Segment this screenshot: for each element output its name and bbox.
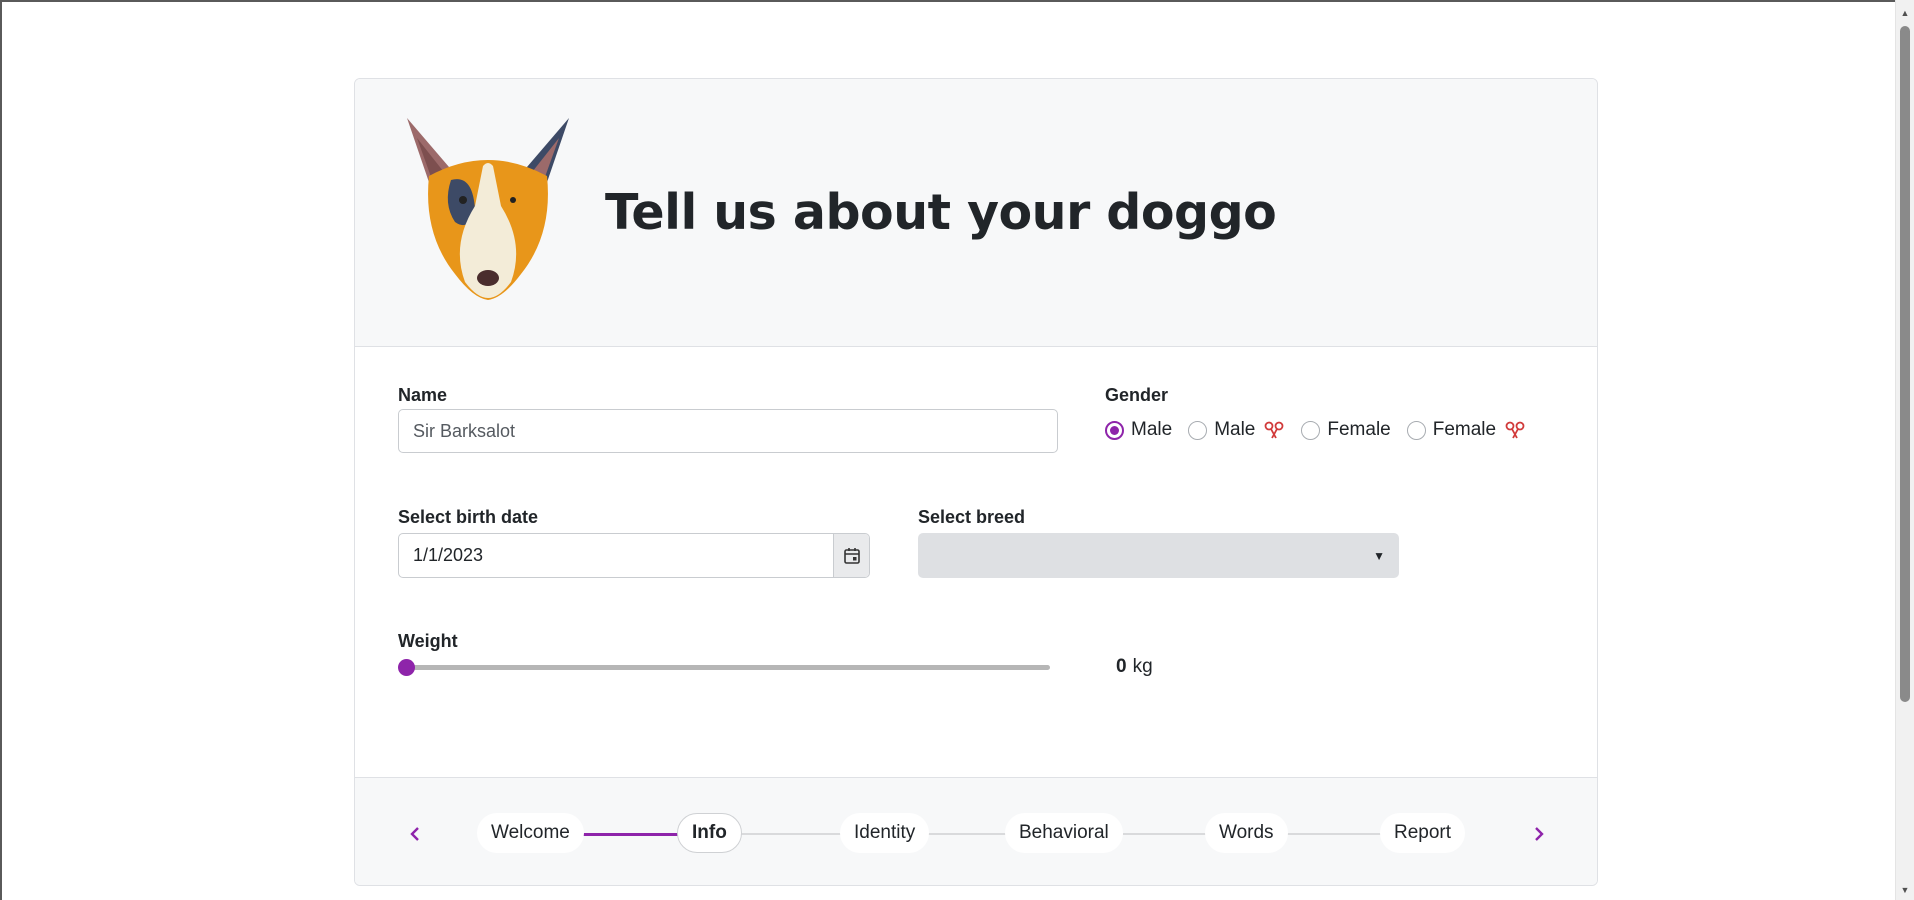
form-card: Tell us about your doggo Name Gender Mal… bbox=[354, 78, 1598, 886]
step-words[interactable]: Words bbox=[1205, 813, 1288, 853]
scroll-down-arrow-icon[interactable]: ▼ bbox=[1896, 881, 1914, 898]
weight-unit: kg bbox=[1132, 656, 1153, 677]
gender-option-label: Female bbox=[1432, 419, 1497, 440]
radio-button[interactable] bbox=[1301, 420, 1321, 440]
dog-logo-icon bbox=[407, 117, 569, 300]
neutered-icon bbox=[1505, 421, 1525, 439]
weight-readout: 0 kg bbox=[1116, 656, 1153, 678]
gender-option-female[interactable]: Female bbox=[1301, 419, 1391, 441]
calendar-button[interactable] bbox=[833, 534, 869, 577]
step-identity[interactable]: Identity bbox=[840, 813, 930, 853]
step-connector-done bbox=[583, 833, 679, 836]
radio-button[interactable] bbox=[1406, 420, 1426, 440]
weight-slider-track[interactable] bbox=[404, 665, 1050, 670]
gender-option-label: Male bbox=[1214, 419, 1256, 440]
gender-option-label: Female bbox=[1327, 419, 1391, 440]
birth-date-picker: 1/1/2023 bbox=[398, 533, 870, 578]
gender-label: Gender bbox=[1105, 385, 1169, 405]
dropdown-caret-icon: ▼ bbox=[1373, 548, 1385, 563]
weight-label: Weight bbox=[398, 631, 458, 651]
chevron-left-icon bbox=[410, 827, 419, 841]
birth-date-label: Select birth date bbox=[398, 507, 539, 527]
radio-button-checked[interactable] bbox=[1105, 420, 1124, 440]
name-label: Name bbox=[398, 385, 448, 405]
step-welcome[interactable]: Welcome bbox=[477, 813, 584, 853]
name-input[interactable] bbox=[398, 409, 1058, 453]
step-behavioral[interactable]: Behavioral bbox=[1005, 813, 1123, 853]
chevron-right-icon bbox=[1535, 827, 1544, 841]
page-title: Tell us about your doggo bbox=[605, 184, 1277, 241]
birth-date-input[interactable]: 1/1/2023 bbox=[399, 534, 833, 577]
gender-radio-group: Male Male Female Female bbox=[1105, 419, 1542, 441]
gender-option-female-neutered[interactable]: Female bbox=[1406, 419, 1526, 441]
next-step-button[interactable] bbox=[1527, 822, 1551, 846]
prev-step-button[interactable] bbox=[403, 822, 427, 846]
scroll-up-arrow-icon[interactable]: ▲ bbox=[1896, 4, 1914, 21]
card-header: Tell us about your doggo bbox=[355, 79, 1597, 347]
vertical-scrollbar[interactable]: ▲ ▼ bbox=[1895, 0, 1914, 900]
weight-value: 0 bbox=[1116, 656, 1127, 677]
weight-slider-thumb[interactable] bbox=[398, 659, 415, 676]
form-body: Name Gender Male Male Female bbox=[355, 347, 1597, 779]
step-report[interactable]: Report bbox=[1380, 813, 1466, 853]
radio-button[interactable] bbox=[1188, 420, 1208, 440]
step-info[interactable]: Info bbox=[677, 813, 742, 853]
step-connector bbox=[739, 833, 851, 835]
calendar-icon bbox=[843, 547, 860, 564]
gender-option-label: Male bbox=[1131, 419, 1173, 440]
scrollbar-thumb[interactable] bbox=[1900, 26, 1910, 702]
gender-option-male-neutered[interactable]: Male bbox=[1188, 419, 1285, 441]
gender-option-male[interactable]: Male bbox=[1105, 419, 1172, 441]
breed-label: Select breed bbox=[918, 507, 1026, 527]
neutered-icon bbox=[1264, 421, 1284, 439]
stepper-footer: Welcome Info Identity Behavioral Words R… bbox=[355, 777, 1597, 885]
breed-select[interactable]: ▼ bbox=[918, 533, 1399, 578]
